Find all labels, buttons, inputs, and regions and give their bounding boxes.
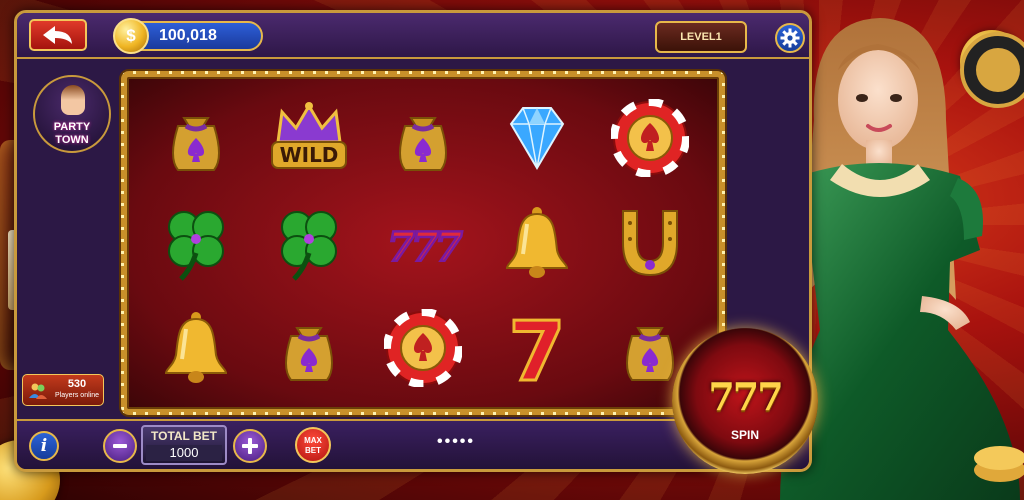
total-bet-display: TOTAL BET 1000 [141,425,227,465]
red-seven-label: 7 [508,308,565,388]
logo-portrait [61,85,85,115]
poker-chip-spade-icon [383,309,462,388]
reel-cell [366,296,480,401]
wild-label: WILD [280,143,339,167]
reel-cell [139,85,253,190]
money-bag-spade-icon [171,116,220,171]
spin-777-text: 777 [708,374,783,419]
reel-cell: WILD [253,85,367,190]
reel-grid: WILD 777 7 [139,85,707,401]
reel-cell [593,85,707,190]
logo-line-1: PARTY [53,121,91,133]
gear-icon [780,28,800,48]
red-seven-icon: 7 [507,308,567,388]
back-arrow-icon [43,26,72,44]
coin-icon: $ [113,18,149,54]
plus-icon [242,438,258,454]
spin-label: SPIN [730,428,759,442]
four-leaf-clover-icon [167,210,224,281]
golden-horseshoe-icon [622,209,679,276]
reel-board: WILD 777 7 [121,71,725,415]
four-leaf-clover-icon [281,210,338,281]
increase-bet-button[interactable] [233,429,267,463]
decrease-bet-button[interactable] [103,429,137,463]
reel-cell [480,190,594,295]
money-bag-spade-icon [285,327,334,382]
settings-button[interactable] [775,23,805,53]
page-indicator: ••••• [437,433,476,450]
party-town-logo: PARTY TOWN [33,75,111,153]
minus-icon [113,444,127,448]
back-button[interactable] [29,19,87,51]
golden-bell-icon [505,206,568,278]
players-label: Players online [55,392,99,399]
players-count: 530 [67,378,87,390]
triple-seven-label: 777 [387,224,463,271]
total-bet-label: TOTAL BET [151,429,217,443]
golden-bell-icon [164,312,227,384]
reel-cell [593,190,707,295]
reel-cell [139,296,253,401]
total-bet-value: 1000 [146,445,222,461]
reel-cell: 777 [366,190,480,295]
poker-chip-spade-icon [611,98,690,177]
logo-line-2: TOWN [55,134,89,146]
reel-cell [480,85,594,190]
max-bet-button[interactable]: MAX BET [295,427,331,463]
reel-cell: 7 [480,296,594,401]
max-bet-label-2: BET [305,446,321,455]
balance-display: $ 100,018 [113,18,263,54]
reel-cell [253,190,367,295]
triple-seven-icon: 777 [386,223,468,273]
reel-cell [253,296,367,401]
reel-cell [139,190,253,295]
top-bar: $ 100,018 LEVEL1 [17,13,809,59]
money-bag-spade-icon [398,116,447,171]
blue-diamond-icon [509,106,564,170]
players-icon [29,383,47,399]
balance-value: 100,018 [159,27,217,44]
reel-cell [366,85,480,190]
players-online-badge: 530 Players online [22,374,104,406]
level-badge: LEVEL1 [655,21,747,53]
info-button[interactable]: i [29,431,59,461]
spin-button[interactable]: 777 SPIN [672,328,818,474]
max-bet-label-1: MAX [304,436,322,445]
wild-crown-icon: WILD [271,101,348,169]
